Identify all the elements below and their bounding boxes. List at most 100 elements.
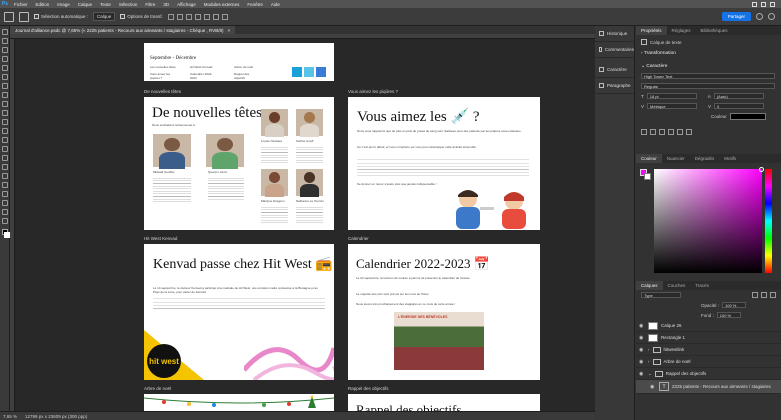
transform-controls-checkbox[interactable]: Options de transf. xyxy=(120,14,163,20)
tab-color[interactable]: Couleur xyxy=(636,154,662,163)
expand-chevron-icon[interactable]: ⌄ xyxy=(648,371,652,377)
menu-selection[interactable]: Sélection xyxy=(115,2,142,7)
tab-gradients[interactable]: Dégradés xyxy=(690,154,720,163)
filter-adjust-icon[interactable] xyxy=(761,292,767,298)
magic-wand-icon[interactable] xyxy=(2,56,8,62)
hand-icon[interactable] xyxy=(2,200,8,206)
crop-icon[interactable] xyxy=(2,65,8,71)
layer-group-row[interactable]: ◉ › hitwestlink xyxy=(636,344,781,356)
move-tool-icon[interactable] xyxy=(19,11,29,22)
tab-libraries[interactable]: Bibliothèques xyxy=(696,26,733,35)
transform-section[interactable]: › Transformation xyxy=(636,47,781,58)
menu-3d[interactable]: 3D xyxy=(159,2,173,7)
menu-layer[interactable]: Calque xyxy=(74,2,96,7)
align-right-icon[interactable] xyxy=(185,13,192,20)
color-field[interactable] xyxy=(654,167,764,273)
tab-layers[interactable]: Calques xyxy=(636,281,663,290)
kerning-field[interactable]: Métrique xyxy=(647,103,698,109)
auto-select-dropdown[interactable]: Calque xyxy=(93,12,116,21)
zoom-level[interactable]: 7,65 % xyxy=(3,414,17,419)
close-icon[interactable] xyxy=(770,1,775,7)
menu-plugins[interactable]: Modules externes xyxy=(200,2,244,7)
more-tools-icon[interactable] xyxy=(2,218,8,224)
font-family-select[interactable]: High Tower Text xyxy=(641,73,775,79)
share-button[interactable]: Partager xyxy=(721,12,751,21)
filter-type-icon[interactable] xyxy=(770,292,776,298)
move-icon[interactable] xyxy=(2,29,8,35)
subscript-icon[interactable] xyxy=(686,129,692,135)
fill-field[interactable]: 100 % xyxy=(716,312,741,318)
font-size-field[interactable]: 18 pt xyxy=(646,93,697,99)
align-center-icon[interactable] xyxy=(176,13,183,20)
font-style-select[interactable]: Regular xyxy=(641,83,775,89)
marquee-icon[interactable] xyxy=(2,38,8,44)
document-tab[interactable]: Journal d'alliance.psdc @ 7,65% (« 2225 … xyxy=(10,26,236,34)
visibility-eye-icon[interactable]: ◉ xyxy=(639,359,645,365)
tab-adjustments[interactable]: Réglages xyxy=(667,26,696,35)
panel-character[interactable]: Caractère xyxy=(595,62,634,78)
color-picker-handle[interactable] xyxy=(759,167,764,172)
visibility-eye-icon[interactable]: ◉ xyxy=(639,323,645,329)
hue-slider[interactable] xyxy=(765,169,772,273)
workspace-icon[interactable] xyxy=(768,13,775,20)
zoom-icon[interactable] xyxy=(2,209,8,215)
expand-chevron-icon[interactable]: › xyxy=(648,347,650,352)
minimize-icon[interactable] xyxy=(752,1,757,7)
close-tab-icon[interactable]: × xyxy=(227,28,230,33)
panel-history[interactable]: Historique xyxy=(595,26,634,42)
small-caps-icon[interactable] xyxy=(668,129,674,135)
align-top-icon[interactable] xyxy=(194,13,201,20)
path-select-icon[interactable] xyxy=(2,182,8,188)
panel-comments[interactable]: Commentaires xyxy=(595,42,634,58)
home-icon[interactable] xyxy=(4,11,14,22)
color-bg-swatch[interactable] xyxy=(644,173,651,180)
align-left-icon[interactable] xyxy=(167,13,174,20)
eyedropper-icon[interactable] xyxy=(2,83,8,89)
align-bottom-icon[interactable] xyxy=(212,13,219,20)
superscript-icon[interactable] xyxy=(677,129,683,135)
menu-edit[interactable]: Edition xyxy=(32,2,54,7)
layers-filter-select[interactable]: Type xyxy=(641,292,681,298)
gradient-icon[interactable] xyxy=(2,137,8,143)
tab-swatches[interactable]: Nuancier xyxy=(662,154,690,163)
faux-italic-icon[interactable] xyxy=(650,129,656,135)
canvas[interactable]: Septembre - Décembre Les nouvelles têtes… xyxy=(15,39,595,411)
faux-bold-icon[interactable] xyxy=(641,129,647,135)
rectangle-icon[interactable] xyxy=(2,191,8,197)
brush-icon[interactable] xyxy=(2,101,8,107)
search-icon[interactable] xyxy=(756,13,763,20)
character-section[interactable]: ⌄ Caractère xyxy=(636,58,781,71)
align-middle-icon[interactable] xyxy=(203,13,210,20)
visibility-eye-icon[interactable]: ◉ xyxy=(639,335,645,341)
menu-file[interactable]: Fichier xyxy=(10,2,32,7)
opacity-field[interactable]: 100 % xyxy=(722,302,747,308)
layer-group-row[interactable]: ◉ ⌄ Rappel des objectifs xyxy=(636,368,781,380)
tab-patterns[interactable]: Motifs xyxy=(719,154,741,163)
all-caps-icon[interactable] xyxy=(659,129,665,135)
pen-icon[interactable] xyxy=(2,164,8,170)
history-brush-icon[interactable] xyxy=(2,119,8,125)
auto-select-checkbox[interactable]: Sélection automatique : xyxy=(34,14,88,20)
type-icon[interactable] xyxy=(2,173,8,179)
layer-row-selected[interactable]: ◉ T 2225 patients - Recours aux aimeants… xyxy=(636,380,781,394)
menu-window[interactable]: Fenêtre xyxy=(243,2,267,7)
frame-icon[interactable] xyxy=(2,74,8,80)
visibility-eye-icon[interactable]: ◉ xyxy=(650,384,656,390)
menu-image[interactable]: Image xyxy=(53,2,74,7)
tab-paths[interactable]: Tracés xyxy=(690,281,714,290)
healing-icon[interactable] xyxy=(2,92,8,98)
tab-channels[interactable]: Couches xyxy=(663,281,691,290)
layer-row[interactable]: ◉ Calque 26 xyxy=(636,320,781,332)
visibility-eye-icon[interactable]: ◉ xyxy=(639,347,645,353)
filter-pixel-icon[interactable] xyxy=(752,292,758,298)
stamp-icon[interactable] xyxy=(2,110,8,116)
menu-help[interactable]: Aide xyxy=(267,2,284,7)
menu-text[interactable]: Texte xyxy=(96,2,115,7)
dodge-icon[interactable] xyxy=(2,155,8,161)
maximize-icon[interactable] xyxy=(761,1,766,7)
menu-filter[interactable]: Filtre xyxy=(141,2,159,7)
leading-field[interactable]: (Auto) xyxy=(713,93,764,99)
visibility-eye-icon[interactable]: ◉ xyxy=(639,371,645,377)
text-color-swatch[interactable] xyxy=(729,113,766,120)
blur-icon[interactable] xyxy=(2,146,8,152)
